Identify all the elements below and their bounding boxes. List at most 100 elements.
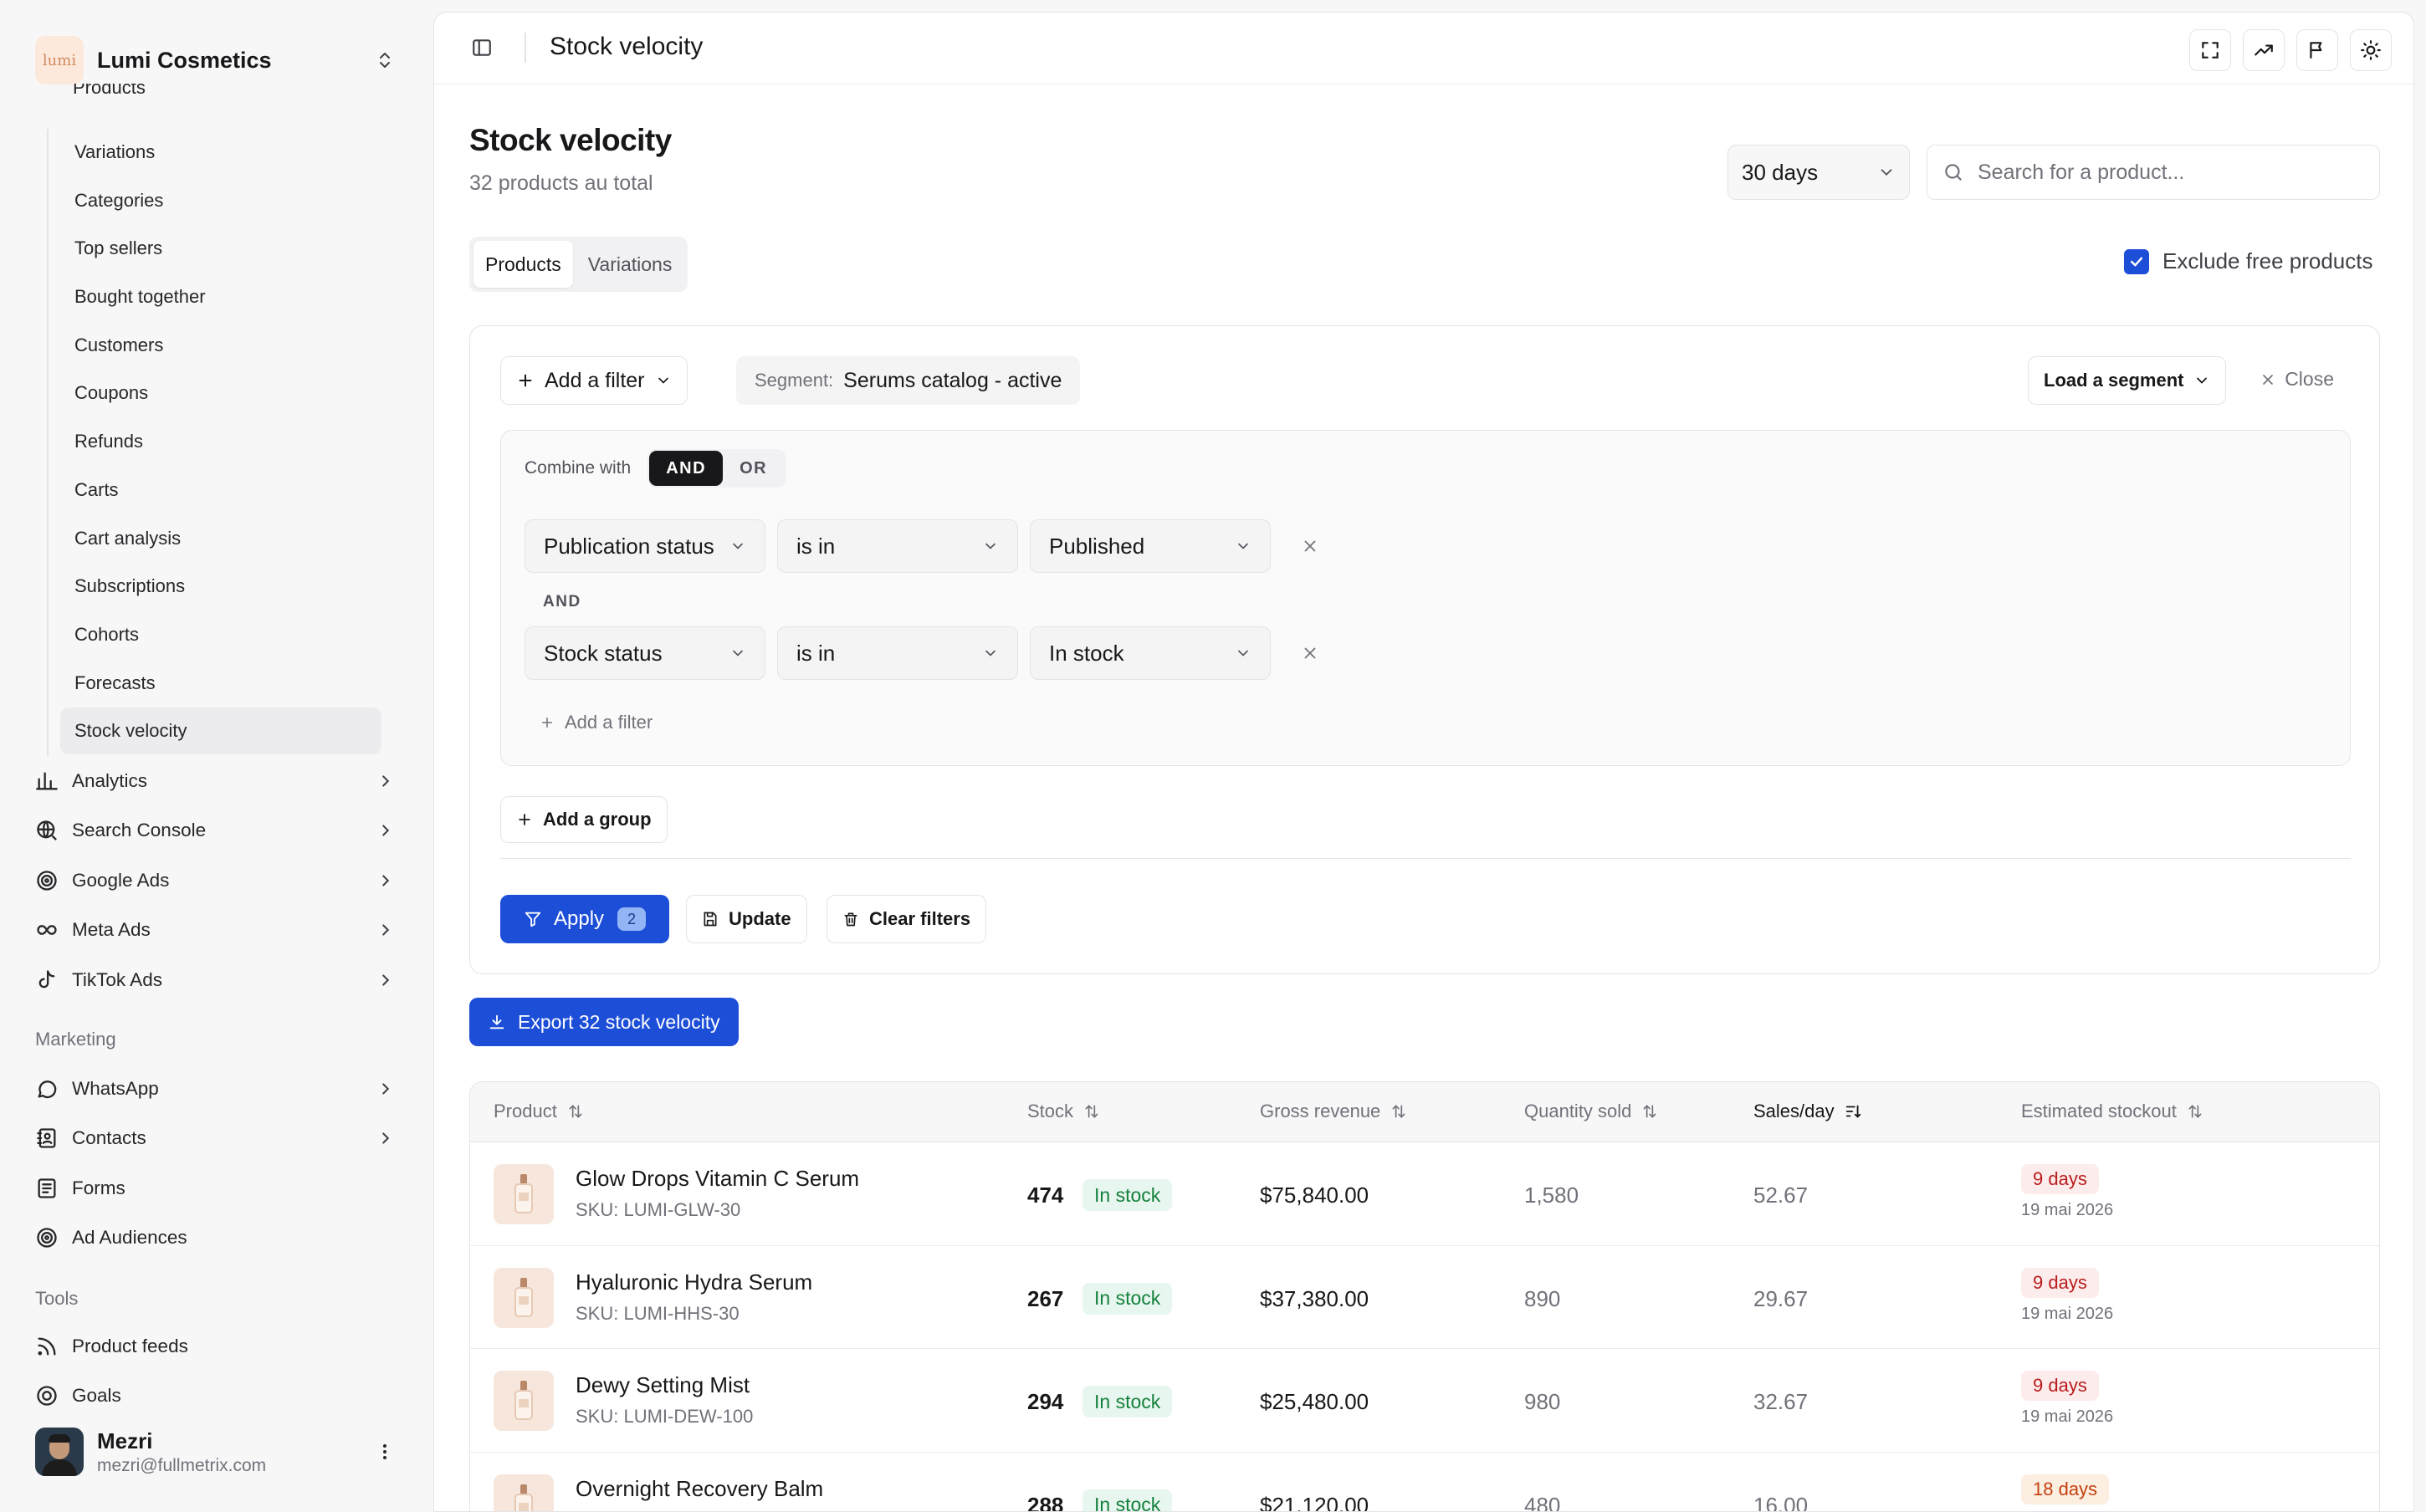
stockout-date: 19 mai 2026 <box>2021 1201 2114 1219</box>
add-group-button[interactable]: Add a group <box>500 796 668 843</box>
filter-operator-select[interactable]: is in <box>777 626 1018 680</box>
table-row[interactable]: Dewy Setting Mist SKU: LUMI-DEW-100 294 In … <box>470 1349 2379 1453</box>
topbar: Stock velocity <box>434 13 2413 84</box>
nav-item-goals[interactable]: Goals <box>35 1372 403 1422</box>
nav-item-tiktok-ads[interactable]: TikTok Ads <box>35 955 403 1005</box>
theme-toggle-button[interactable] <box>2350 29 2392 71</box>
product-name[interactable]: Hyaluronic Hydra Serum <box>576 1269 812 1295</box>
close-filters-button[interactable]: Close <box>2260 368 2334 391</box>
chat-bubble-icon <box>35 1077 59 1101</box>
column-header-quantity-sold[interactable]: Quantity sold <box>1524 1101 1658 1122</box>
sort-descending-icon <box>1845 1102 1863 1121</box>
filter-field-select[interactable]: Publication status <box>525 519 765 573</box>
flag-button[interactable] <box>2296 29 2338 71</box>
combine-and-option[interactable]: AND <box>649 451 724 486</box>
subnav-item-coupons[interactable]: Coupons <box>60 370 381 416</box>
stock-status-badge: In stock <box>1082 1386 1173 1418</box>
flag-icon <box>2306 39 2328 61</box>
nav-item-analytics[interactable]: Analytics <box>35 756 403 806</box>
nav-item-whatsapp[interactable]: WhatsApp <box>35 1064 403 1114</box>
table-row[interactable]: Hyaluronic Hydra Serum SKU: LUMI-HHS-30 26… <box>470 1245 2379 1349</box>
remove-filter-icon[interactable] <box>1301 644 1319 662</box>
remove-filter-icon[interactable] <box>1301 537 1319 555</box>
subnav-item-customers[interactable]: Customers <box>60 322 381 369</box>
nav-item-ad-audiences[interactable]: Ad Audiences <box>35 1213 403 1264</box>
goal-icon <box>35 1384 59 1407</box>
brand-switcher[interactable]: lumi Lumi Cosmetics <box>35 33 403 87</box>
sidebar: lumi Lumi Cosmetics Products Variations C… <box>0 0 432 1512</box>
column-header-product[interactable]: Product <box>494 1101 584 1122</box>
search-input[interactable] <box>1978 160 2346 185</box>
nav-item-meta-ads[interactable]: Meta Ads <box>35 906 403 956</box>
nav-item-label: Forms <box>72 1177 125 1198</box>
export-button[interactable]: Export 32 stock velocity <box>469 998 739 1046</box>
add-filter-inline-button[interactable]: Add a filter <box>540 712 653 733</box>
tab-variations[interactable]: Variations <box>576 241 684 288</box>
nav-item-label: Meta Ads <box>72 919 151 941</box>
subnav-item-refunds[interactable]: Refunds <box>60 418 381 465</box>
nav-item-label: Ad Audiences <box>72 1227 187 1249</box>
apply-button[interactable]: Apply 2 <box>500 895 669 943</box>
column-label: Estimated stockout <box>2021 1101 2177 1121</box>
target-icon <box>35 1226 59 1249</box>
user-profile[interactable]: Mezri mezri@fullmetrix.com <box>35 1427 403 1477</box>
nav-item-contacts[interactable]: Contacts <box>35 1114 403 1164</box>
subnav-item-variations[interactable]: Variations <box>60 129 381 176</box>
user-email: mezri@fullmetrix.com <box>97 1455 267 1475</box>
chevron-right-icon <box>376 772 395 790</box>
subnav-item-bought-together[interactable]: Bought together <box>60 273 381 320</box>
fullscreen-button[interactable] <box>2189 29 2231 71</box>
filter-value-select[interactable]: Published <box>1030 519 1271 573</box>
nav-item-label: Product feeds <box>72 1335 188 1356</box>
product-name[interactable]: Glow Drops Vitamin C Serum <box>576 1166 859 1192</box>
subnav-item-forecasts[interactable]: Forecasts <box>60 660 381 707</box>
subnav-item-cart-analysis[interactable]: Cart analysis <box>60 515 381 562</box>
subnav-item-top-sellers[interactable]: Top sellers <box>60 225 381 272</box>
product-name[interactable]: Overnight Recovery Balm <box>576 1476 823 1502</box>
product-thumbnail <box>494 1164 554 1224</box>
table-row[interactable]: Glow Drops Vitamin C Serum SKU: LUMI-GLW-… <box>470 1142 2379 1246</box>
page-subtitle: 32 products au total <box>469 171 653 195</box>
subnav-item-products[interactable]: Products <box>47 84 398 117</box>
subnav-item-categories[interactable]: Categories <box>60 177 381 224</box>
column-header-stock[interactable]: Stock <box>1027 1101 1100 1122</box>
column-header-estimated-stockout[interactable]: Estimated stockout <box>2021 1101 2203 1122</box>
filter-value-select[interactable]: In stock <box>1030 626 1271 680</box>
nav-item-product-feeds[interactable]: Product feeds <box>35 1321 403 1372</box>
close-icon <box>2260 371 2276 388</box>
table-row[interactable]: Overnight Recovery Balm 288 In stock $21,12… <box>470 1452 2379 1512</box>
exclude-free-checkbox[interactable] <box>2124 248 2149 274</box>
nav-item-google-ads[interactable]: Google Ads <box>35 856 403 906</box>
add-filter-button[interactable]: Add a filter <box>500 356 688 405</box>
column-header-sales-per-day[interactable]: Sales/day <box>1753 1101 1863 1122</box>
column-header-gross-revenue[interactable]: Gross revenue <box>1260 1101 1407 1122</box>
product-name[interactable]: Dewy Setting Mist <box>576 1372 750 1398</box>
product-sku: SKU: LUMI-DEW-100 <box>576 1406 754 1427</box>
trends-button[interactable] <box>2243 29 2285 71</box>
exclude-free-toggle[interactable]: Exclude free products <box>2124 248 2372 274</box>
more-vertical-icon[interactable] <box>375 1442 395 1462</box>
nav-item-search-console[interactable]: Search Console <box>35 806 403 856</box>
save-icon <box>702 911 719 927</box>
sidebar-toggle-icon[interactable] <box>471 37 493 59</box>
load-segment-button[interactable]: Load a segment <box>2028 356 2227 405</box>
filter-value-text: In stock <box>1049 640 1124 666</box>
period-select[interactable]: 30 days <box>1727 145 1910 200</box>
sales-per-day: 52.67 <box>1753 1183 1809 1208</box>
subnav-item-subscriptions[interactable]: Subscriptions <box>60 563 381 610</box>
chevron-down-icon <box>982 645 999 662</box>
quantity-sold: 480 <box>1524 1492 1561 1512</box>
clear-filters-button[interactable]: Clear filters <box>827 895 987 943</box>
chevron-right-icon <box>376 821 395 840</box>
update-label: Update <box>729 908 791 929</box>
filter-field-select[interactable]: Stock status <box>525 626 765 680</box>
subnav-item-cohorts[interactable]: Cohorts <box>60 611 381 658</box>
update-button[interactable]: Update <box>686 895 807 943</box>
subnav-item-stock-velocity[interactable]: Stock velocity <box>60 707 381 755</box>
combine-or-option[interactable]: OR <box>723 451 784 486</box>
subnav-item-carts[interactable]: Carts <box>60 467 381 513</box>
nav-item-forms[interactable]: Forms <box>35 1163 403 1213</box>
expand-icon <box>2199 39 2221 61</box>
filter-operator-select[interactable]: is in <box>777 519 1018 573</box>
tab-products[interactable]: Products <box>473 241 573 288</box>
